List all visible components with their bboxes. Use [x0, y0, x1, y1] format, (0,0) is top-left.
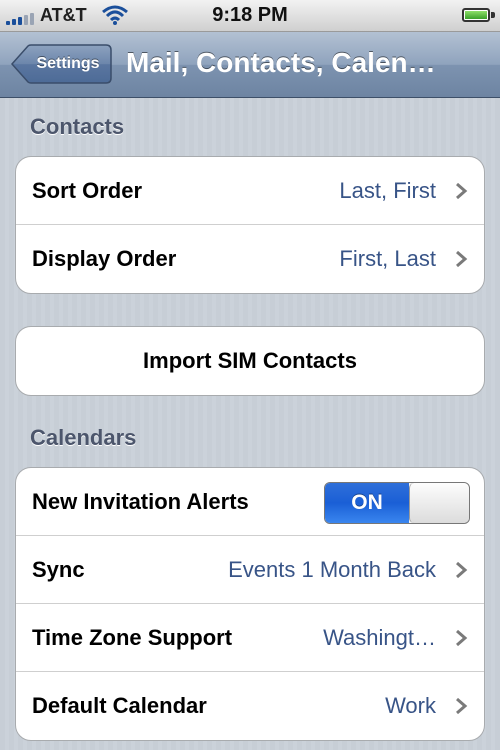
new-invitation-alerts-row: New Invitation Alerts ON [16, 468, 484, 536]
chevron-right-icon [456, 629, 468, 647]
toggle-on-label: ON [325, 483, 409, 523]
status-time: 9:18 PM [212, 4, 288, 26]
time-zone-support-row[interactable]: Time Zone Support Washingt… [16, 604, 484, 672]
row-label: Sort Order [32, 178, 143, 203]
back-button[interactable]: Settings [10, 44, 112, 84]
toggle-knob [409, 483, 469, 523]
battery-cap [491, 12, 495, 18]
back-button-label: Settings [36, 55, 100, 72]
display-order-row[interactable]: Display Order First, Last [16, 225, 484, 293]
page-title: Mail, Contacts, Calen… [126, 47, 436, 78]
calendars-group: New Invitation Alerts ON Sync Events 1 M… [15, 467, 485, 741]
sort-order-row[interactable]: Sort Order Last, First [16, 157, 484, 225]
default-calendar-row[interactable]: Default Calendar Work [16, 672, 484, 740]
battery-charging-icon [462, 8, 490, 22]
row-label: Time Zone Support [32, 625, 233, 650]
import-sim-contacts-label: Import SIM Contacts [143, 348, 357, 373]
contacts-group: Sort Order Last, First Display Order Fir… [15, 156, 485, 294]
chevron-right-icon [456, 182, 468, 200]
row-value: Washingt… [323, 625, 436, 650]
new-invitation-alerts-toggle[interactable]: ON [324, 482, 470, 524]
section-header-contacts: Contacts [30, 114, 125, 139]
row-label: Default Calendar [32, 693, 207, 718]
row-label: Sync [32, 557, 85, 582]
import-sim-group: Import SIM Contacts [15, 326, 485, 396]
sync-row[interactable]: Sync Events 1 Month Back [16, 536, 484, 604]
row-value: Work [385, 693, 436, 718]
import-sim-contacts-button[interactable]: Import SIM Contacts [16, 327, 484, 395]
row-value: Events 1 Month Back [228, 557, 436, 582]
section-header-calendars: Calendars [30, 425, 137, 450]
row-label: New Invitation Alerts [32, 489, 249, 514]
status-bar: AT&T 9:18 PM [0, 0, 500, 32]
row-value: First, Last [339, 246, 436, 271]
row-label: Display Order [32, 246, 177, 271]
row-value: Last, First [339, 178, 436, 203]
navigation-bar: Settings Mail, Contacts, Calen… [0, 32, 500, 98]
chevron-right-icon [456, 561, 468, 579]
chevron-right-icon [456, 250, 468, 268]
chevron-right-icon [456, 697, 468, 715]
